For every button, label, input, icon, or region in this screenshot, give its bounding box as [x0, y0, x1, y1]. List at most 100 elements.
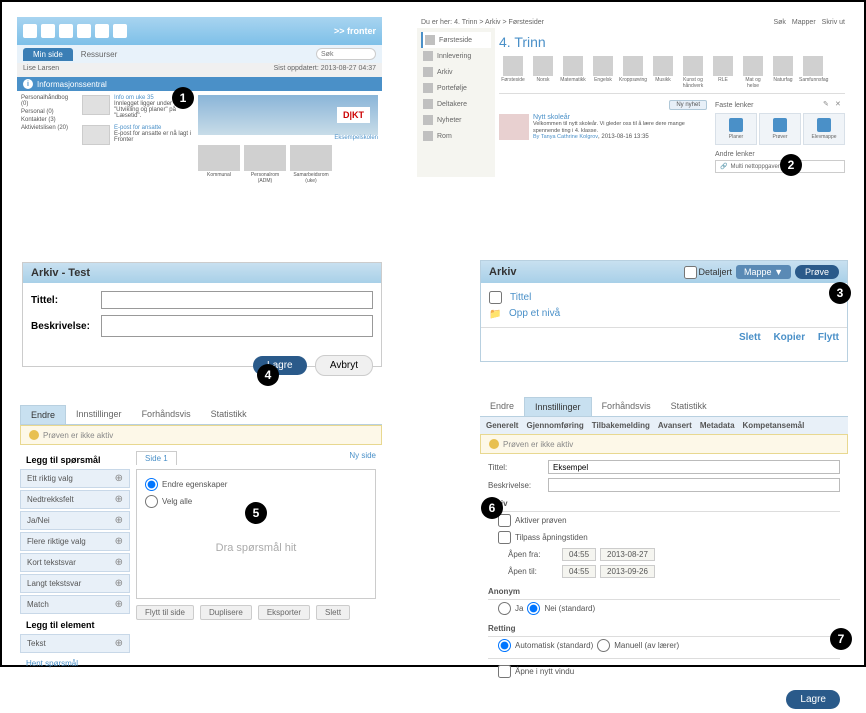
- nav-item[interactable]: Arkiv: [421, 64, 491, 80]
- side-item[interactable]: Personalhåndbog (0): [21, 95, 76, 107]
- title-input[interactable]: [548, 460, 840, 474]
- qtype-item[interactable]: Langt tekstsvar⊕: [20, 574, 130, 593]
- bc-folders[interactable]: Mapper: [792, 19, 816, 26]
- quick-card[interactable]: Prøver: [759, 113, 801, 145]
- subject-item[interactable]: Naturfag: [769, 56, 797, 89]
- duplicate-button[interactable]: Duplisere: [200, 605, 252, 620]
- up-level[interactable]: 📁 Opp et nivå: [489, 306, 839, 321]
- adjust-time-checkbox[interactable]: [498, 531, 511, 544]
- subtab[interactable]: Tilbakemelding: [592, 421, 650, 430]
- side-item[interactable]: Personal (0): [21, 109, 76, 115]
- news-title[interactable]: Nytt skoleår: [533, 114, 707, 121]
- detailed-toggle[interactable]: Detaljert: [684, 266, 733, 279]
- anon-no-radio[interactable]: [527, 602, 540, 615]
- time-to[interactable]: 04:55: [562, 565, 596, 578]
- auto-radio[interactable]: [498, 639, 511, 652]
- new-news-button[interactable]: Ny nyhet: [669, 100, 707, 110]
- nav-item[interactable]: Førsteside: [421, 32, 491, 48]
- room-thumb[interactable]: Personalrom (ADM): [244, 145, 286, 184]
- tab-preview[interactable]: Forhåndsvis: [132, 405, 201, 424]
- subtab[interactable]: Gjennomføring: [526, 421, 583, 430]
- nav-item[interactable]: Portefølje: [421, 80, 491, 96]
- tab-settings[interactable]: Innstillinger: [524, 397, 592, 416]
- tab-edit[interactable]: Endre: [20, 405, 66, 424]
- time-from[interactable]: 04:55: [562, 548, 596, 561]
- cancel-button[interactable]: Avbryt: [315, 355, 373, 376]
- nav-item[interactable]: Nyheter: [421, 112, 491, 128]
- subtab[interactable]: Avansert: [658, 421, 692, 430]
- room-thumb[interactable]: Kommunal: [198, 145, 240, 184]
- subject-item[interactable]: RLE: [709, 56, 737, 89]
- tab-edit[interactable]: Endre: [480, 397, 524, 416]
- test-button[interactable]: Prøve: [795, 265, 839, 279]
- bc-search[interactable]: Søk: [773, 19, 785, 26]
- news-author[interactable]: By Tanya Cathrine Kolgrov: [533, 134, 598, 140]
- activate-checkbox[interactable]: [498, 514, 511, 527]
- subject-item[interactable]: Mat og helse: [739, 56, 767, 89]
- date-from[interactable]: 2013-08-27: [600, 548, 655, 561]
- subtab[interactable]: Metadata: [700, 421, 735, 430]
- hero-column: D|KT Eksempelskolen Kommunal Personalrom…: [198, 95, 378, 184]
- desc-input[interactable]: [101, 315, 373, 337]
- export-button[interactable]: Eksporter: [258, 605, 310, 620]
- callout-3: 3: [829, 282, 851, 304]
- edit-icon[interactable]: ✎: [823, 100, 833, 110]
- subtab[interactable]: Generelt: [486, 421, 518, 430]
- select-all-radio[interactable]: [145, 495, 158, 508]
- side-item[interactable]: Aktivietslisen (20): [21, 125, 76, 131]
- subject-item[interactable]: Kroppsøving: [619, 56, 647, 89]
- tab-resources[interactable]: Ressurser: [81, 50, 117, 59]
- hero-sub[interactable]: Eksempelskolen: [198, 135, 378, 141]
- subject-item[interactable]: Engelsk: [589, 56, 617, 89]
- news-item[interactable]: E-post for ansatte E-post for ansatte er…: [82, 125, 192, 145]
- fetch-questions-link[interactable]: Hent spørsmål: [20, 655, 130, 672]
- folder-dropdown[interactable]: Mappe ▼: [736, 265, 791, 279]
- app-header: >> fronter: [17, 17, 382, 45]
- qtype-item[interactable]: Match⊕: [20, 595, 130, 614]
- tab-stats[interactable]: Statistikk: [661, 397, 717, 416]
- move-button[interactable]: Flytt til side: [136, 605, 194, 620]
- select-all[interactable]: [489, 291, 502, 304]
- copy-button[interactable]: Kopier: [773, 332, 805, 343]
- nav-item[interactable]: Rom: [421, 128, 491, 144]
- anon-yes-radio[interactable]: [498, 602, 511, 615]
- bc-print[interactable]: Skriv ut: [822, 19, 845, 26]
- qtype-item[interactable]: Kort tekstsvar⊕: [20, 553, 130, 572]
- side-item[interactable]: Kontakter (3): [21, 117, 76, 123]
- date-to[interactable]: 2013-09-26: [600, 565, 655, 578]
- new-page-link[interactable]: Ny side: [349, 451, 376, 465]
- element-item[interactable]: Tekst⊕: [20, 634, 130, 653]
- room-thumb[interactable]: Samarbeidsrom (uke): [290, 145, 332, 184]
- tab-my-page[interactable]: Min side: [23, 48, 73, 61]
- tab-preview[interactable]: Forhåndsvis: [592, 397, 661, 416]
- desc-input[interactable]: [548, 478, 840, 492]
- qtype-item[interactable]: Ja/Nei⊕: [20, 511, 130, 530]
- tab-stats[interactable]: Statistikk: [201, 405, 257, 424]
- subject-item[interactable]: Musikk: [649, 56, 677, 89]
- quick-card[interactable]: Planer: [715, 113, 757, 145]
- subject-item[interactable]: Førsteside: [499, 56, 527, 89]
- close-icon[interactable]: ✕: [835, 100, 845, 110]
- qtype-item[interactable]: Ett riktig valg⊕: [20, 469, 130, 488]
- editor-tabs: Endre Innstillinger Forhåndsvis Statisti…: [20, 405, 382, 425]
- qtype-item[interactable]: Flere riktige valg⊕: [20, 532, 130, 551]
- tab-settings[interactable]: Innstillinger: [66, 405, 132, 424]
- quick-card[interactable]: Elevmappe: [803, 113, 845, 145]
- nav-item[interactable]: Deltakere: [421, 96, 491, 112]
- subject-item[interactable]: Kunst og håndverk: [679, 56, 707, 89]
- page-tab[interactable]: Side 1: [136, 451, 177, 465]
- manual-radio[interactable]: [597, 639, 610, 652]
- delete-button[interactable]: Slett: [316, 605, 350, 620]
- delete-button[interactable]: Slett: [739, 332, 761, 343]
- title-input[interactable]: [101, 291, 373, 309]
- subject-item[interactable]: Matematikk: [559, 56, 587, 89]
- save-button[interactable]: Lagre: [786, 690, 840, 709]
- nav-item[interactable]: Innlevering: [421, 48, 491, 64]
- qtype-item[interactable]: Nedtrekksfelt⊕: [20, 490, 130, 509]
- subject-item[interactable]: Samfunnsfag: [799, 56, 827, 89]
- subtab[interactable]: Kompetansemål: [743, 421, 805, 430]
- move-button[interactable]: Flytt: [818, 332, 839, 343]
- subject-item[interactable]: Norsk: [529, 56, 557, 89]
- edit-props-radio[interactable]: [145, 478, 158, 491]
- search-input[interactable]: [316, 48, 376, 60]
